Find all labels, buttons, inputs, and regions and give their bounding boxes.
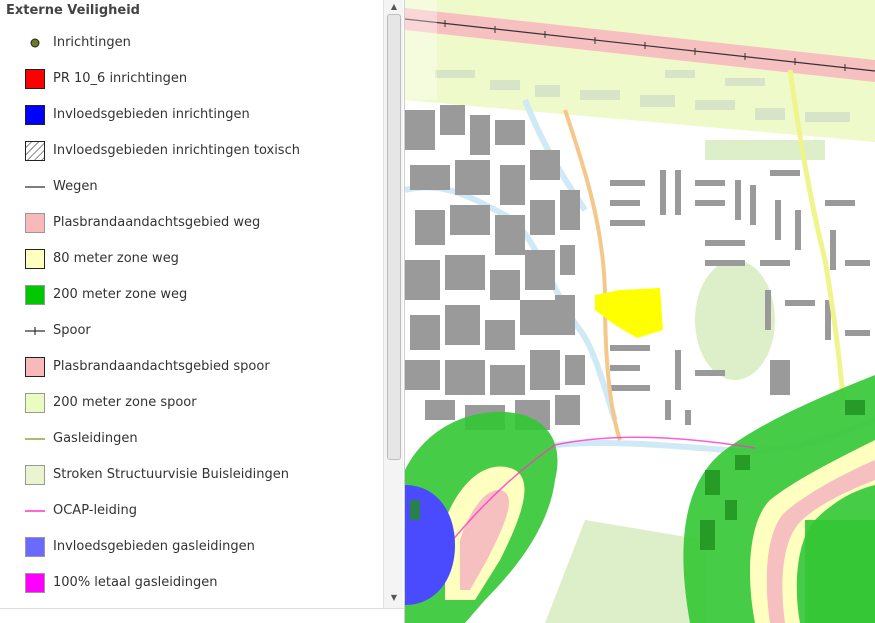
legend-item-label: Invloedsgebieden gasleidingen [53, 539, 255, 554]
legend-item-label: Plasbrandaandachtsgebied weg [53, 215, 261, 230]
legend-item-label: Gasleidingen [53, 431, 138, 446]
legend-item: Inrichtingen [0, 25, 382, 61]
legend-list: Inrichtingen PR 10_6 inrichtingen Invloeds… [0, 25, 382, 601]
scroll-down-arrow-icon[interactable]: ▼ [384, 590, 404, 606]
color-swatch-icon [25, 465, 45, 485]
legend-item: 100% letaal gasleidingen [0, 565, 382, 601]
panel-footer [0, 608, 404, 623]
map-svg[interactable] [405, 0, 875, 623]
line-symbol-icon [25, 501, 45, 521]
legend-item-label: Invloedsgebieden inrichtingen [53, 107, 250, 122]
legend-item-label: Stroken Structuurvisie Buisleidingen [53, 467, 289, 482]
legend-item-label: Wegen [53, 179, 98, 194]
color-swatch-icon [25, 357, 45, 377]
legend-item-label: 200 meter zone spoor [53, 395, 197, 410]
legend-item: Invloedsgebieden inrichtingen toxisch [0, 133, 382, 169]
legend-item-label: Inrichtingen [53, 35, 131, 50]
legend-scrollbar[interactable]: ▲ ▼ [383, 0, 403, 608]
legend-item-label: 100% letaal gasleidingen [53, 575, 218, 590]
legend-item: 80 meter zone weg [0, 241, 382, 277]
legend-item: Plasbrandaandachtsgebied spoor [0, 349, 382, 385]
legend-item: Plasbrandaandachtsgebied weg [0, 205, 382, 241]
line-symbol-icon [25, 177, 45, 197]
scrollbar-thumb[interactable] [387, 14, 401, 460]
green-block-east [805, 520, 875, 623]
legend-item-label: PR 10_6 inrichtingen [53, 71, 188, 86]
color-swatch-icon [25, 213, 45, 233]
color-swatch-icon [25, 573, 45, 593]
hatch-symbol-icon [25, 141, 45, 161]
legend-title: Externe Veiligheid [6, 3, 140, 18]
legend-item: 200 meter zone weg [0, 277, 382, 313]
color-swatch-icon [25, 285, 45, 305]
map-control-strip[interactable] [405, 0, 437, 100]
legend-item-label: OCAP-leiding [53, 503, 138, 518]
color-swatch-icon [25, 393, 45, 413]
legend-item: Stroken Structuurvisie Buisleidingen [0, 457, 382, 493]
line-symbol-icon [25, 429, 45, 449]
dot-symbol-icon [25, 33, 45, 53]
legend-item: Invloedsgebieden gasleidingen [0, 529, 382, 565]
rail-symbol-icon [25, 321, 45, 341]
legend-item: 200 meter zone spoor [0, 385, 382, 421]
color-swatch-icon [25, 537, 45, 557]
map-canvas[interactable] [405, 0, 875, 623]
legend-item: Invloedsgebieden inrichtingen [0, 97, 382, 133]
legend-item-label: 200 meter zone weg [53, 287, 188, 302]
legend-item: PR 10_6 inrichtingen [0, 61, 382, 97]
legend-item-label: Invloedsgebieden inrichtingen toxisch [53, 143, 300, 158]
legend-item-label: 80 meter zone weg [53, 251, 179, 266]
legend-item: OCAP-leiding [0, 493, 382, 529]
legend-item: Spoor [0, 313, 382, 349]
legend-item: Wegen [0, 169, 382, 205]
legend-panel: Externe Veiligheid Inrichtingen PR 10_6 i… [0, 0, 405, 623]
legend-item-label: Plasbrandaandachtsgebied spoor [53, 359, 270, 374]
legend-item-label: Spoor [53, 323, 91, 338]
color-swatch-icon [25, 105, 45, 125]
legend-item: Gasleidingen [0, 421, 382, 457]
scroll-up-arrow-icon[interactable]: ▲ [384, 0, 404, 14]
color-swatch-icon [25, 69, 45, 89]
color-swatch-icon [25, 249, 45, 269]
